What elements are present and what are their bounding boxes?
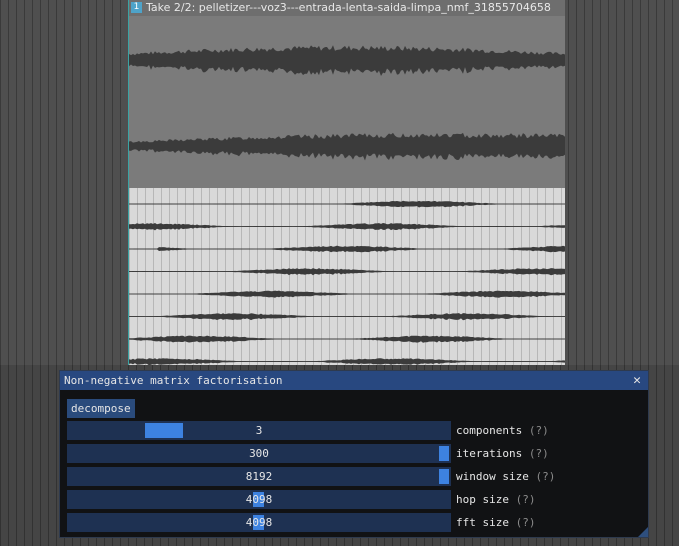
take-index-badge: 1 [131, 2, 142, 13]
window-size-value: 8192 [245, 470, 273, 483]
component-waveform [129, 335, 565, 343]
component-waveform [129, 223, 565, 231]
iterations-value: 300 [249, 447, 269, 460]
window-size-help-marker[interactable]: (?) [535, 470, 555, 483]
iterations-slider[interactable]: 300 [67, 444, 451, 463]
take-name: Take 2/2: pelletizer---voz3---entrada-le… [146, 1, 551, 14]
component-waveform [129, 245, 565, 253]
components-slider[interactable]: 3 [67, 421, 451, 440]
fft-size-help-marker[interactable]: (?) [516, 516, 536, 529]
window-size-slider[interactable]: 8192 [67, 467, 451, 486]
components-label: components [456, 424, 523, 437]
components-slider-row: 3 components (?) [67, 421, 637, 440]
waveform-channel-1 [129, 45, 565, 76]
decompose-button[interactable]: decompose [67, 399, 135, 418]
iterations-slider-row: 300 iterations (?) [67, 444, 637, 463]
component-waveform [129, 313, 565, 321]
components-value: 3 [255, 424, 263, 437]
waveform-channel-2 [129, 132, 565, 161]
iterations-help-marker[interactable]: (?) [529, 447, 549, 460]
component-waveform [129, 268, 565, 276]
fft-size-slider-row: 4098 fft size (?) [67, 513, 637, 532]
component-waveform [129, 290, 565, 298]
resize-grip[interactable] [638, 527, 648, 537]
component-waveforms [129, 200, 565, 365]
hop-size-value: 4098 [245, 493, 273, 506]
hop-size-help-marker[interactable]: (?) [516, 493, 536, 506]
close-icon[interactable]: ✕ [630, 371, 644, 390]
fft-size-value: 4098 [245, 516, 273, 529]
dialog-title-bar[interactable]: Non-negative matrix factorisation ✕ [60, 371, 648, 390]
hop-size-slider-row: 4098 hop size (?) [67, 490, 637, 509]
media-item[interactable]: 1 Take 2/2: pelletizer---voz3---entrada-l… [128, 0, 565, 365]
component-waveform [129, 358, 565, 365]
component-takes-lane[interactable] [129, 188, 565, 365]
fft-size-slider[interactable]: 4098 [67, 513, 451, 532]
dialog-title: Non-negative matrix factorisation [64, 374, 283, 387]
active-take-lane[interactable] [129, 16, 565, 188]
nmf-dialog: Non-negative matrix factorisation ✕ deco… [59, 370, 649, 538]
hop-size-label: hop size [456, 493, 509, 506]
fft-size-label: fft size [456, 516, 509, 529]
window-size-label: window size [456, 470, 529, 483]
components-help-marker[interactable]: (?) [529, 424, 549, 437]
window-size-slider-row: 8192 window size (?) [67, 467, 637, 486]
iterations-label: iterations [456, 447, 523, 460]
component-waveform [129, 200, 565, 208]
hop-size-slider[interactable]: 4098 [67, 490, 451, 509]
take-label-bar[interactable]: 1 Take 2/2: pelletizer---voz3---entrada-l… [129, 0, 565, 16]
